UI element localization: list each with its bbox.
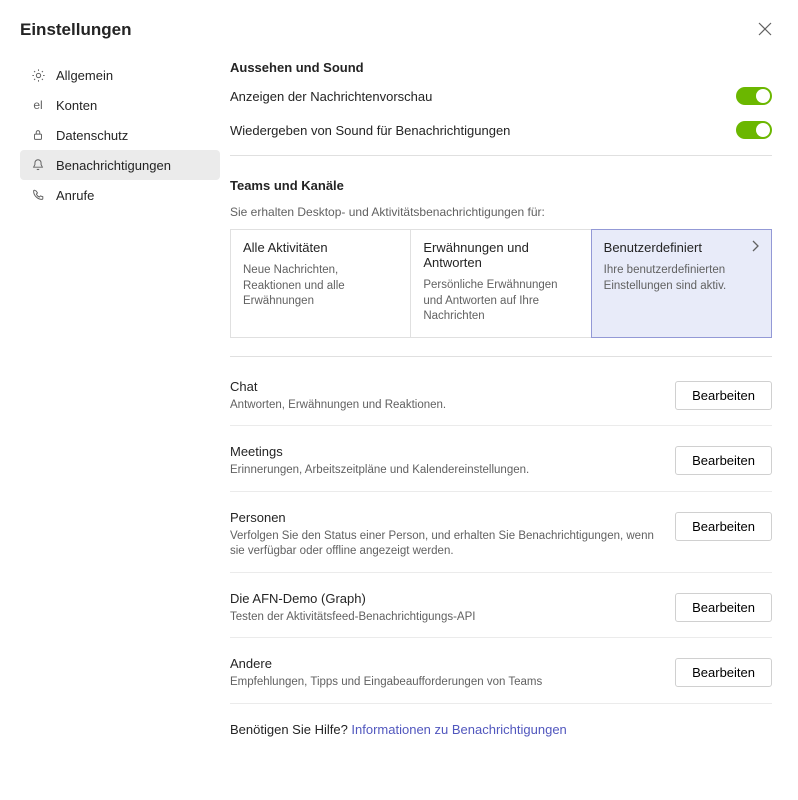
appearance-heading: Aussehen und Sound [230,60,772,75]
card-desc: Ihre benutzerdefinierten Einstellungen s… [604,263,759,294]
edit-button-people[interactable]: Bearbeiten [675,512,772,541]
category-title: Die AFN-Demo (Graph) [230,591,661,606]
edit-button-other[interactable]: Bearbeiten [675,658,772,687]
close-button[interactable] [754,20,776,42]
category-row-people: Personen Verfolgen Sie den Status einer … [230,510,772,560]
card-all-activities[interactable]: Alle Aktivitäten Neue Nachrichten, Reakt… [230,229,411,338]
card-desc: Neue Nachrichten, Reaktionen und alle Er… [243,263,398,310]
sidebar-item-label: Benachrichtigungen [56,158,171,173]
gear-icon [30,67,46,83]
preview-toggle-row: Anzeigen der Nachrichtenvorschau [230,87,772,105]
settings-header: Einstellungen [20,20,790,42]
sound-toggle-label: Wiedergeben von Sound für Benachrichtigu… [230,123,510,138]
card-desc: Persönliche Erwähnungen und Antworten au… [423,278,578,325]
sidebar-item-label: Allgemein [56,68,113,83]
divider [230,356,772,357]
edit-button-chat[interactable]: Bearbeiten [675,381,772,410]
help-link[interactable]: Informationen zu Benachrichtigungen [351,722,566,737]
accounts-icon: el [30,97,46,113]
sidebar-item-accounts[interactable]: el Konten [20,90,220,120]
category-row-meetings: Meetings Erinnerungen, Arbeitszeitpläne … [230,444,772,479]
edit-button-meetings[interactable]: Bearbeiten [675,446,772,475]
divider [230,572,772,573]
settings-title: Einstellungen [20,20,131,40]
category-desc: Testen der Aktivitätsfeed-Benachrichtigu… [230,610,661,626]
sidebar-item-calls[interactable]: Anrufe [20,180,220,210]
help-prefix: Benötigen Sie Hilfe? [230,722,351,737]
sound-toggle-row: Wiedergeben von Sound für Benachrichtigu… [230,121,772,139]
notification-scope-cards: Alle Aktivitäten Neue Nachrichten, Reakt… [230,229,772,338]
sidebar-item-privacy[interactable]: Datenschutz [20,120,220,150]
divider [230,155,772,156]
card-title: Erwähnungen und Antworten [423,240,578,270]
preview-toggle[interactable] [736,87,772,105]
sidebar-item-notifications[interactable]: Benachrichtigungen [20,150,220,180]
phone-icon [30,187,46,203]
lock-icon [30,127,46,143]
category-title: Personen [230,510,661,525]
close-icon [758,23,772,40]
edit-button-afn-demo[interactable]: Bearbeiten [675,593,772,622]
chevron-right-icon [751,240,759,255]
teams-channels-heading: Teams und Kanäle [230,178,772,193]
settings-sidebar: Allgemein el Konten Datenschutz [20,60,230,800]
category-desc: Antworten, Erwähnungen und Reaktionen. [230,398,661,414]
sidebar-item-label: Datenschutz [56,128,128,143]
card-mentions-replies[interactable]: Erwähnungen und Antworten Persönliche Er… [410,229,591,338]
category-desc: Verfolgen Sie den Status einer Person, u… [230,529,661,560]
preview-toggle-label: Anzeigen der Nachrichtenvorschau [230,89,432,104]
sidebar-item-label: Anrufe [56,188,94,203]
settings-content: Aussehen und Sound Anzeigen der Nachrich… [230,60,790,800]
category-row-other: Andere Empfehlungen, Tipps und Eingabeau… [230,656,772,691]
sidebar-item-label: Konten [56,98,97,113]
category-desc: Empfehlungen, Tipps und Eingabeaufforder… [230,675,661,691]
category-row-afn-demo: Die AFN-Demo (Graph) Testen der Aktivitä… [230,591,772,626]
category-row-chat: Chat Antworten, Erwähnungen und Reaktion… [230,379,772,414]
card-title: Benutzerdefiniert [604,240,759,255]
help-row: Benötigen Sie Hilfe? Informationen zu Be… [230,722,772,737]
card-title: Alle Aktivitäten [243,240,398,255]
sidebar-item-general[interactable]: Allgemein [20,60,220,90]
divider [230,491,772,492]
divider [230,703,772,704]
card-custom[interactable]: Benutzerdefiniert Ihre benutzerdefiniert… [591,229,772,338]
category-title: Andere [230,656,661,671]
category-title: Meetings [230,444,661,459]
category-desc: Erinnerungen, Arbeitszeitpläne und Kalen… [230,463,661,479]
category-title: Chat [230,379,661,394]
divider [230,637,772,638]
divider [230,425,772,426]
teams-channels-sub: Sie erhalten Desktop- und Aktivitätsbena… [230,205,772,219]
bell-icon [30,157,46,173]
card-title-text: Benutzerdefiniert [604,240,702,255]
sound-toggle[interactable] [736,121,772,139]
